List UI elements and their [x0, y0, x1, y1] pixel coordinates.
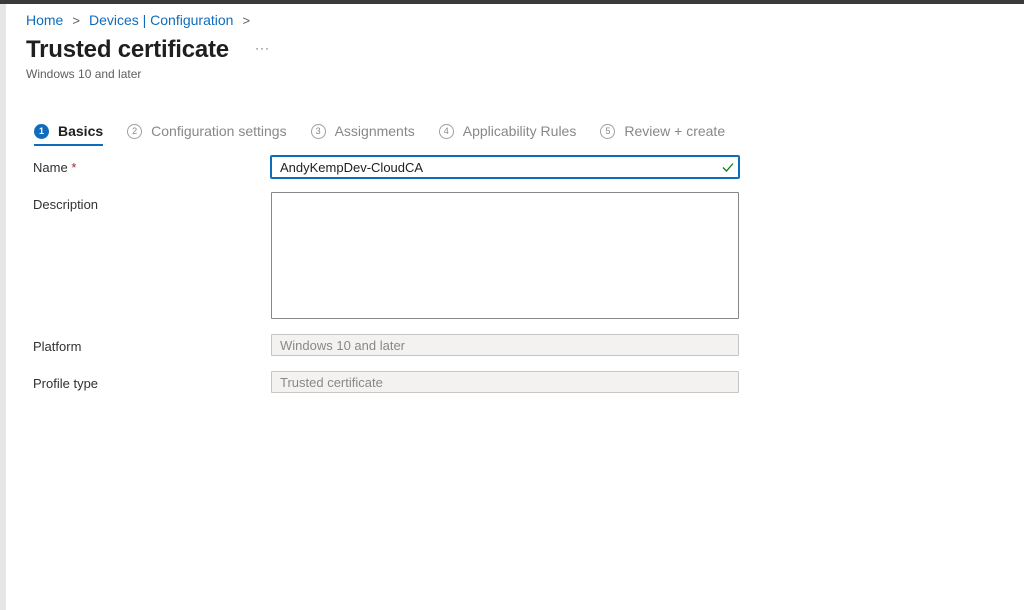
- checkmark-icon: [722, 163, 734, 172]
- tab-basics[interactable]: 1 Basics: [34, 119, 104, 146]
- step-label: Assignments: [334, 123, 415, 139]
- step-number-badge: 3: [310, 123, 326, 139]
- name-label: Name *: [33, 160, 76, 175]
- profile-type-label: Profile type: [33, 376, 99, 391]
- step-number-badge: 4: [438, 123, 454, 139]
- step-label: Basics: [58, 123, 104, 139]
- breadcrumb-home[interactable]: Home: [26, 12, 63, 28]
- tab-review-create[interactable]: 5 Review + create: [600, 119, 725, 143]
- platform-field: [271, 334, 739, 356]
- description-field[interactable]: [271, 192, 739, 319]
- tab-configuration-settings[interactable]: 2 Configuration settings: [127, 119, 287, 143]
- page-title: Trusted certificate: [26, 36, 229, 63]
- more-options-icon[interactable]: ···: [255, 41, 270, 55]
- chevron-right-icon: >: [242, 12, 251, 28]
- name-field[interactable]: [270, 155, 740, 179]
- breadcrumb: Home > Devices | Configuration >: [26, 12, 259, 28]
- left-edge-bar: [0, 4, 6, 610]
- name-label-text: Name: [33, 160, 68, 175]
- step-number-badge: 5: [600, 123, 616, 139]
- page-subtitle: Windows 10 and later: [26, 67, 142, 81]
- profile-type-field: [271, 371, 739, 393]
- tab-assignments[interactable]: 3 Assignments: [310, 119, 415, 143]
- window-top-bar: [0, 0, 1024, 4]
- required-asterisk: *: [71, 160, 77, 175]
- chevron-right-icon: >: [72, 12, 80, 28]
- breadcrumb-devices-configuration[interactable]: Devices | Configuration: [89, 12, 233, 28]
- step-label: Applicability Rules: [462, 123, 577, 139]
- tab-applicability-rules[interactable]: 4 Applicability Rules: [438, 119, 577, 143]
- step-label: Review + create: [624, 123, 726, 139]
- platform-label: Platform: [33, 339, 82, 354]
- title-row: Trusted certificate ···: [26, 36, 270, 64]
- wizard-steps: 1 Basics 2 Configuration settings 3 Assi…: [34, 118, 749, 146]
- description-label: Description: [33, 197, 99, 212]
- step-number-badge: 1: [34, 123, 49, 139]
- step-number-badge: 2: [127, 123, 143, 139]
- step-label: Configuration settings: [151, 123, 287, 139]
